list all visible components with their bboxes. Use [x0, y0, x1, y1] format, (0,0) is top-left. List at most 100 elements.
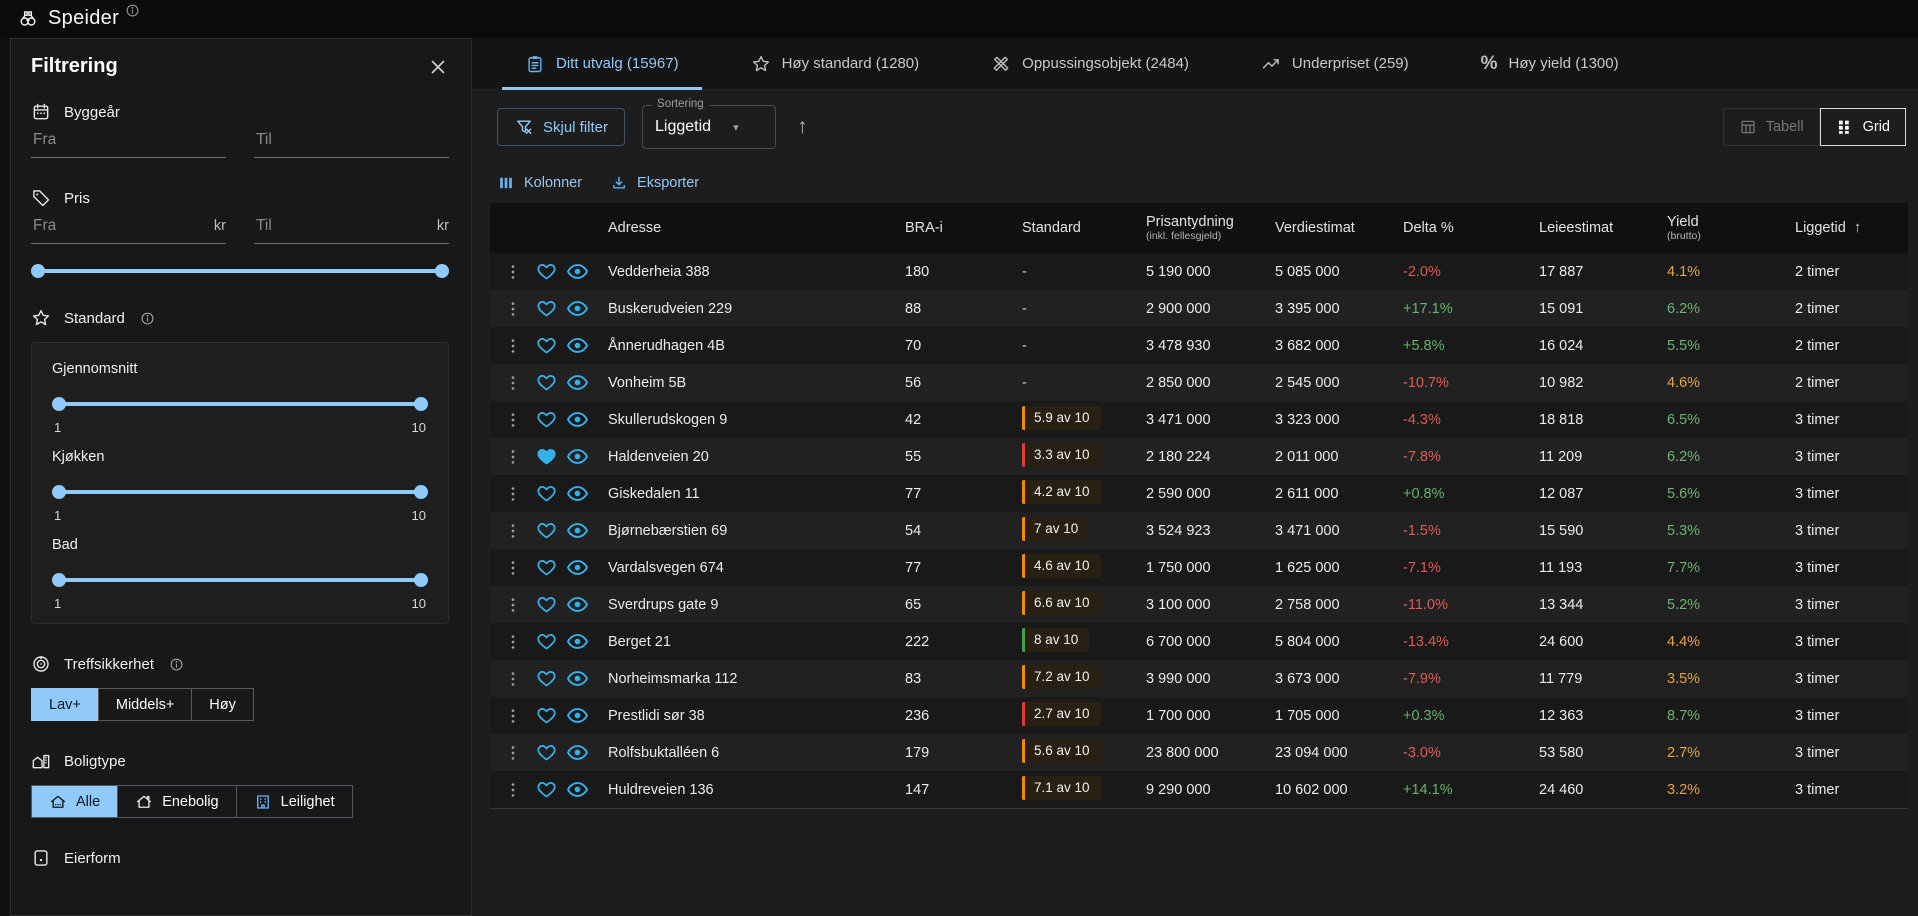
boligtype-option-enebolig[interactable]: Enebolig: [117, 785, 236, 818]
treffsikkerhet-option-lav[interactable]: Lav+: [31, 688, 99, 721]
table-row[interactable]: Ånnerudhagen 4B70-3 478 9303 682 000+5.8…: [490, 327, 1908, 364]
pris-range-slider[interactable]: [33, 264, 447, 278]
favorite-button[interactable]: [536, 409, 566, 430]
favorite-button[interactable]: [536, 483, 566, 504]
column-header-leieestimat[interactable]: Leieestimat: [1539, 220, 1667, 237]
boligtype-option-alle[interactable]: Alle: [31, 785, 118, 818]
favorite-button[interactable]: [536, 372, 566, 393]
tab-oppussingsobjekt[interactable]: Oppussingsobjekt (2484): [968, 38, 1212, 89]
column-header-adresse[interactable]: Adresse: [608, 220, 905, 237]
view-listing-button[interactable]: [566, 408, 608, 431]
table-row[interactable]: Vonheim 5B56-2 850 0002 545 000-10.7%10 …: [490, 364, 1908, 401]
pris-slider-max-handle[interactable]: [435, 264, 449, 278]
view-listing-button[interactable]: [566, 778, 608, 801]
column-header-delta[interactable]: Delta %: [1403, 220, 1539, 237]
favorite-button[interactable]: [536, 742, 566, 763]
sort-direction-button[interactable]: ↑: [793, 115, 812, 139]
byggear-til-input[interactable]: [254, 130, 449, 150]
treffsikkerhet-option-hoy[interactable]: Høy: [191, 688, 254, 721]
row-menu-button[interactable]: [490, 447, 536, 467]
row-menu-button[interactable]: [490, 373, 536, 393]
favorite-button[interactable]: [536, 446, 566, 467]
tab-h-y-yield[interactable]: %Høy yield (1300): [1458, 38, 1642, 89]
row-menu-button[interactable]: [490, 410, 536, 430]
row-menu-button[interactable]: [490, 262, 536, 282]
row-menu-button[interactable]: [490, 743, 536, 763]
table-row[interactable]: Rolfsbuktalléen 61795.6 av 1023 800 0002…: [490, 734, 1908, 771]
favorite-button[interactable]: [536, 705, 566, 726]
column-header-prisantydning[interactable]: Prisantydning(inkl. fellesgjeld): [1146, 214, 1275, 243]
row-menu-button[interactable]: [490, 632, 536, 652]
gjennomsnitt-max-handle[interactable]: [414, 397, 428, 411]
eksporter-button[interactable]: Eksporter: [610, 174, 699, 192]
byggear-fra-field[interactable]: [31, 130, 226, 158]
pris-fra-input[interactable]: [31, 216, 208, 236]
favorite-button[interactable]: [536, 557, 566, 578]
view-listing-button[interactable]: [566, 704, 608, 727]
favorite-button[interactable]: [536, 520, 566, 541]
view-listing-button[interactable]: [566, 556, 608, 579]
favorite-button[interactable]: [536, 779, 566, 800]
table-row[interactable]: Sverdrups gate 9656.6 av 103 100 0002 75…: [490, 586, 1908, 623]
row-menu-button[interactable]: [490, 558, 536, 578]
favorite-button[interactable]: [536, 298, 566, 319]
view-listing-button[interactable]: [566, 630, 608, 653]
hide-filter-button[interactable]: Skjul filter: [497, 108, 625, 146]
view-listing-button[interactable]: [566, 260, 608, 283]
bad-max-handle[interactable]: [414, 573, 428, 587]
table-row[interactable]: Vedderheia 388180-5 190 0005 085 000-2.0…: [490, 253, 1908, 290]
byggear-fra-input[interactable]: [31, 130, 226, 150]
column-header-yield[interactable]: Yield(brutto): [1667, 214, 1795, 243]
gjennomsnitt-range-slider[interactable]: [54, 397, 426, 411]
favorite-button[interactable]: [536, 631, 566, 652]
table-row[interactable]: Norheimsmarka 112837.2 av 103 990 0003 6…: [490, 660, 1908, 697]
view-listing-button[interactable]: [566, 297, 608, 320]
row-menu-button[interactable]: [490, 706, 536, 726]
favorite-button[interactable]: [536, 594, 566, 615]
tab-underpriset[interactable]: Underpriset (259): [1238, 38, 1432, 89]
table-row[interactable]: Giskedalen 11774.2 av 102 590 0002 611 0…: [490, 475, 1908, 512]
favorite-button[interactable]: [536, 668, 566, 689]
view-listing-button[interactable]: [566, 593, 608, 616]
view-listing-button[interactable]: [566, 371, 608, 394]
row-menu-button[interactable]: [490, 484, 536, 504]
view-listing-button[interactable]: [566, 667, 608, 690]
treffsikkerhet-info-icon[interactable]: [169, 657, 184, 672]
column-header-verdiestimat[interactable]: Verdiestimat: [1275, 220, 1403, 237]
close-filter-button[interactable]: [427, 56, 449, 78]
row-menu-button[interactable]: [490, 521, 536, 541]
table-row[interactable]: Bjørnebærstien 69547 av 103 524 9233 471…: [490, 512, 1908, 549]
table-row[interactable]: Haldenveien 20553.3 av 102 180 2242 011 …: [490, 438, 1908, 475]
tab-h-y-standard[interactable]: Høy standard (1280): [728, 38, 943, 89]
pris-til-field[interactable]: kr: [254, 216, 449, 244]
view-table-button[interactable]: Tabell: [1723, 108, 1820, 146]
gjennomsnitt-min-handle[interactable]: [52, 397, 66, 411]
view-listing-button[interactable]: [566, 334, 608, 357]
treffsikkerhet-option-middels[interactable]: Middels+: [98, 688, 192, 721]
bad-range-slider[interactable]: [54, 573, 426, 587]
kjokken-range-slider[interactable]: [54, 485, 426, 499]
view-grid-button[interactable]: Grid: [1820, 108, 1906, 146]
pris-slider-min-handle[interactable]: [31, 264, 45, 278]
byggear-til-field[interactable]: [254, 130, 449, 158]
table-row[interactable]: Berget 212228 av 106 700 0005 804 000-13…: [490, 623, 1908, 660]
row-menu-button[interactable]: [490, 669, 536, 689]
view-listing-button[interactable]: [566, 519, 608, 542]
table-row[interactable]: Huldreveien 1361477.1 av 109 290 00010 6…: [490, 771, 1908, 808]
table-row[interactable]: Buskerudveien 22988-2 900 0003 395 000+1…: [490, 290, 1908, 327]
kolonner-button[interactable]: Kolonner: [497, 174, 582, 192]
kjokken-max-handle[interactable]: [414, 485, 428, 499]
sort-select[interactable]: Sortering Liggetid ▾: [642, 105, 776, 149]
info-icon[interactable]: [125, 3, 140, 18]
boligtype-option-leilighet[interactable]: Leilighet: [236, 785, 353, 818]
kjokken-min-handle[interactable]: [52, 485, 66, 499]
row-menu-button[interactable]: [490, 336, 536, 356]
view-listing-button[interactable]: [566, 741, 608, 764]
pris-til-input[interactable]: [254, 216, 431, 236]
column-header-bra-i[interactable]: BRA-i: [905, 220, 1022, 237]
bad-min-handle[interactable]: [52, 573, 66, 587]
table-row[interactable]: Skullerudskogen 9425.9 av 103 471 0003 3…: [490, 401, 1908, 438]
row-menu-button[interactable]: [490, 299, 536, 319]
favorite-button[interactable]: [536, 261, 566, 282]
view-listing-button[interactable]: [566, 482, 608, 505]
